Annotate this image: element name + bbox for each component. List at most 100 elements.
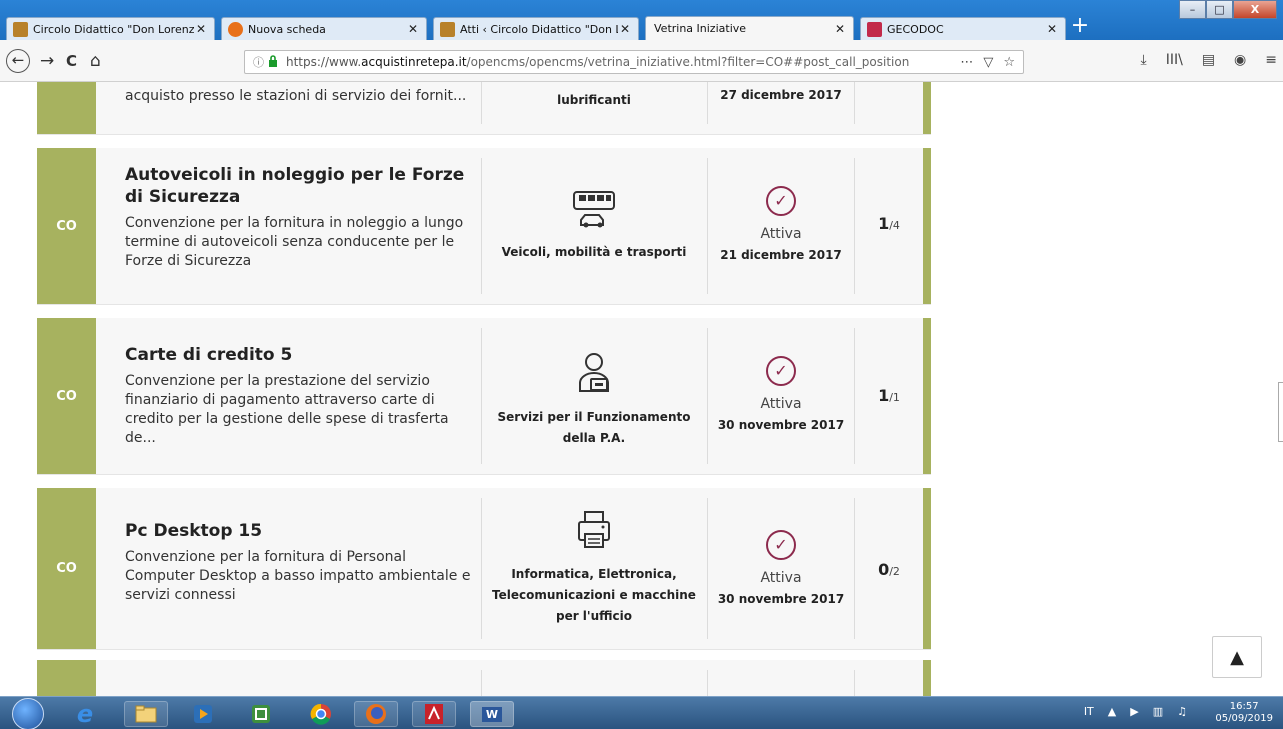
home-button[interactable]: ⌂	[90, 51, 101, 71]
card-category: Informatica, Elettronica, Telecomunicazi…	[481, 510, 707, 627]
back-button[interactable]: ←	[6, 49, 30, 73]
card-title[interactable]: Pc Desktop 15	[125, 520, 475, 542]
status-label: Attiva	[760, 570, 802, 586]
downloads-icon[interactable]: ⤓	[1141, 52, 1147, 68]
card-title[interactable]: Carte di credito 5	[125, 344, 475, 366]
tab-label: Vetrina Iniziative	[654, 22, 747, 35]
new-tab-button[interactable]: +	[1068, 15, 1092, 38]
column-divider	[854, 82, 855, 124]
tab-nuova-scheda[interactable]: Nuova scheda ✕	[221, 17, 427, 40]
initiative-card-partial[interactable]	[37, 660, 931, 696]
url-host: acquistinretepa.it	[361, 55, 467, 69]
maximize-button[interactable]: □	[1206, 0, 1233, 19]
browser-tools: ⤓ III\ ▤ ◉ ≡	[1141, 52, 1278, 68]
count-total: /1	[889, 391, 900, 404]
minimize-button[interactable]: –	[1179, 0, 1206, 19]
card-title[interactable]: Autoveicoli in noleggio per le Forze di …	[125, 164, 475, 208]
volume-icon[interactable]: ♫	[1177, 705, 1187, 718]
category-label: lubrificanti	[557, 93, 631, 107]
start-button[interactable]	[12, 698, 44, 729]
card-count: 1/4	[855, 214, 923, 233]
count-total: /4	[889, 219, 900, 232]
account-icon[interactable]: ◉	[1234, 52, 1246, 68]
close-icon[interactable]: ✕	[194, 22, 208, 36]
close-icon[interactable]: ✕	[1045, 22, 1059, 36]
card-description: acquisto presso le stazioni di servizio …	[125, 88, 467, 104]
forward-button[interactable]: →	[40, 51, 54, 71]
initiative-card[interactable]: CO Pc Desktop 15 Convenzione per la forn…	[37, 488, 931, 650]
internet-explorer-icon[interactable]: e	[70, 700, 100, 728]
bookmark-star-icon[interactable]: ☆	[1003, 55, 1015, 70]
chrome-shape	[310, 703, 331, 725]
info-icon[interactable]: ⓘ	[253, 54, 264, 70]
card-category: Servizi per il Funzionamento della P.A.	[481, 351, 707, 449]
language-indicator[interactable]: IT	[1084, 705, 1094, 718]
card-description: Convenzione per la prestazione del servi…	[125, 373, 449, 446]
pocket-icon[interactable]: ▽	[983, 55, 993, 70]
url-path: /opencms/opencms/vetrina_iniziative.html…	[466, 55, 910, 69]
clock-date: 05/09/2019	[1215, 713, 1273, 724]
taskbar-clock[interactable]: 16:57 05/09/2019	[1215, 701, 1273, 725]
tab-atti-circolo[interactable]: Atti ‹ Circolo Didattico "Don Lo ✕	[433, 17, 639, 40]
acrobat-shape	[425, 704, 443, 724]
tab-gecodoc[interactable]: GECODOC ✕	[860, 17, 1066, 40]
count-total: /2	[889, 565, 900, 578]
media-player-icon[interactable]	[188, 701, 218, 727]
active-check-icon: ✓	[766, 186, 796, 216]
card-right-bar	[923, 318, 931, 474]
pa-services-icon	[579, 353, 609, 392]
close-icon[interactable]: ✕	[406, 22, 420, 36]
tab-vetrina-iniziative[interactable]: Vetrina Iniziative ✕	[645, 16, 854, 40]
vehicles-icon	[573, 191, 615, 228]
side-panel-handle[interactable]	[1278, 382, 1283, 442]
page-actions-icon[interactable]: ⋯	[960, 55, 973, 70]
firefox-taskbar-icon[interactable]	[354, 701, 398, 727]
card-type-badge: CO	[37, 318, 96, 474]
card-info: Carte di credito 5 Convenzione per la pr…	[125, 344, 475, 448]
page-viewport: acquisto presso le stazioni di servizio …	[0, 82, 1283, 696]
sidebar-icon[interactable]: ▤	[1202, 52, 1215, 68]
card-count: 1/1	[855, 386, 923, 405]
category-label: Servizi per il Funzionamento della P.A.	[497, 410, 691, 445]
library-icon[interactable]: III\	[1166, 52, 1183, 68]
close-window-button[interactable]: X	[1233, 0, 1277, 19]
count-value: 1	[878, 214, 890, 233]
action-center-flag-icon[interactable]: ▶	[1130, 705, 1138, 718]
initiative-card[interactable]: CO Carte di credito 5 Convenzione per la…	[37, 318, 931, 475]
word-icon[interactable]: W	[470, 701, 514, 727]
url-bar[interactable]: ⓘ https://www. acquistinretepa.it /openc…	[244, 50, 1024, 74]
close-icon[interactable]: ✕	[833, 22, 847, 36]
active-check-icon: ✓	[766, 356, 796, 386]
status-date: 21 dicembre 2017	[720, 248, 842, 262]
scroll-to-top-button[interactable]: ▲	[1212, 636, 1262, 678]
tab-circolo-didattico[interactable]: Circolo Didattico "Don Lorenzo ✕	[6, 17, 215, 40]
site-favicon-icon	[440, 21, 455, 37]
menu-icon[interactable]: ≡	[1265, 52, 1277, 68]
network-icon[interactable]: ▥	[1153, 705, 1163, 718]
tab-label: Nuova scheda	[248, 22, 326, 36]
category-label: Veicoli, mobilità e trasporti	[501, 245, 687, 259]
initiative-card-partial[interactable]: acquisto presso le stazioni di servizio …	[37, 82, 931, 135]
reload-button[interactable]: C	[66, 51, 77, 71]
initiative-card[interactable]: CO Autoveicoli in noleggio per le Forze …	[37, 148, 931, 305]
printer-icon	[578, 511, 610, 548]
acrobat-icon[interactable]	[412, 701, 456, 727]
column-divider	[854, 670, 855, 696]
card-right-bar	[923, 82, 931, 134]
card-type-badge: CO	[37, 488, 96, 649]
card-right-bar	[923, 148, 931, 304]
camtasia-icon[interactable]	[246, 701, 276, 727]
camtasia-shape	[252, 705, 270, 723]
lock-icon[interactable]	[268, 54, 278, 70]
file-explorer-icon[interactable]	[124, 701, 168, 727]
card-info: acquisto presso le stazioni di servizio …	[125, 87, 475, 106]
chrome-icon[interactable]	[306, 701, 336, 727]
windows-taskbar: e W IT ▲ ▶ ▥ ♫ 16:57 05/09/2019	[0, 696, 1283, 729]
card-info: Pc Desktop 15 Convenzione per la fornitu…	[125, 520, 475, 605]
system-tray: IT ▲ ▶ ▥ ♫	[1084, 705, 1187, 718]
show-hidden-icons-icon[interactable]: ▲	[1108, 705, 1116, 718]
close-icon[interactable]: ✕	[618, 22, 632, 36]
status-date: 30 novembre 2017	[717, 592, 845, 606]
status-label: Attiva	[760, 396, 802, 412]
card-status: ✓ Attiva 30 novembre 2017	[708, 530, 854, 606]
